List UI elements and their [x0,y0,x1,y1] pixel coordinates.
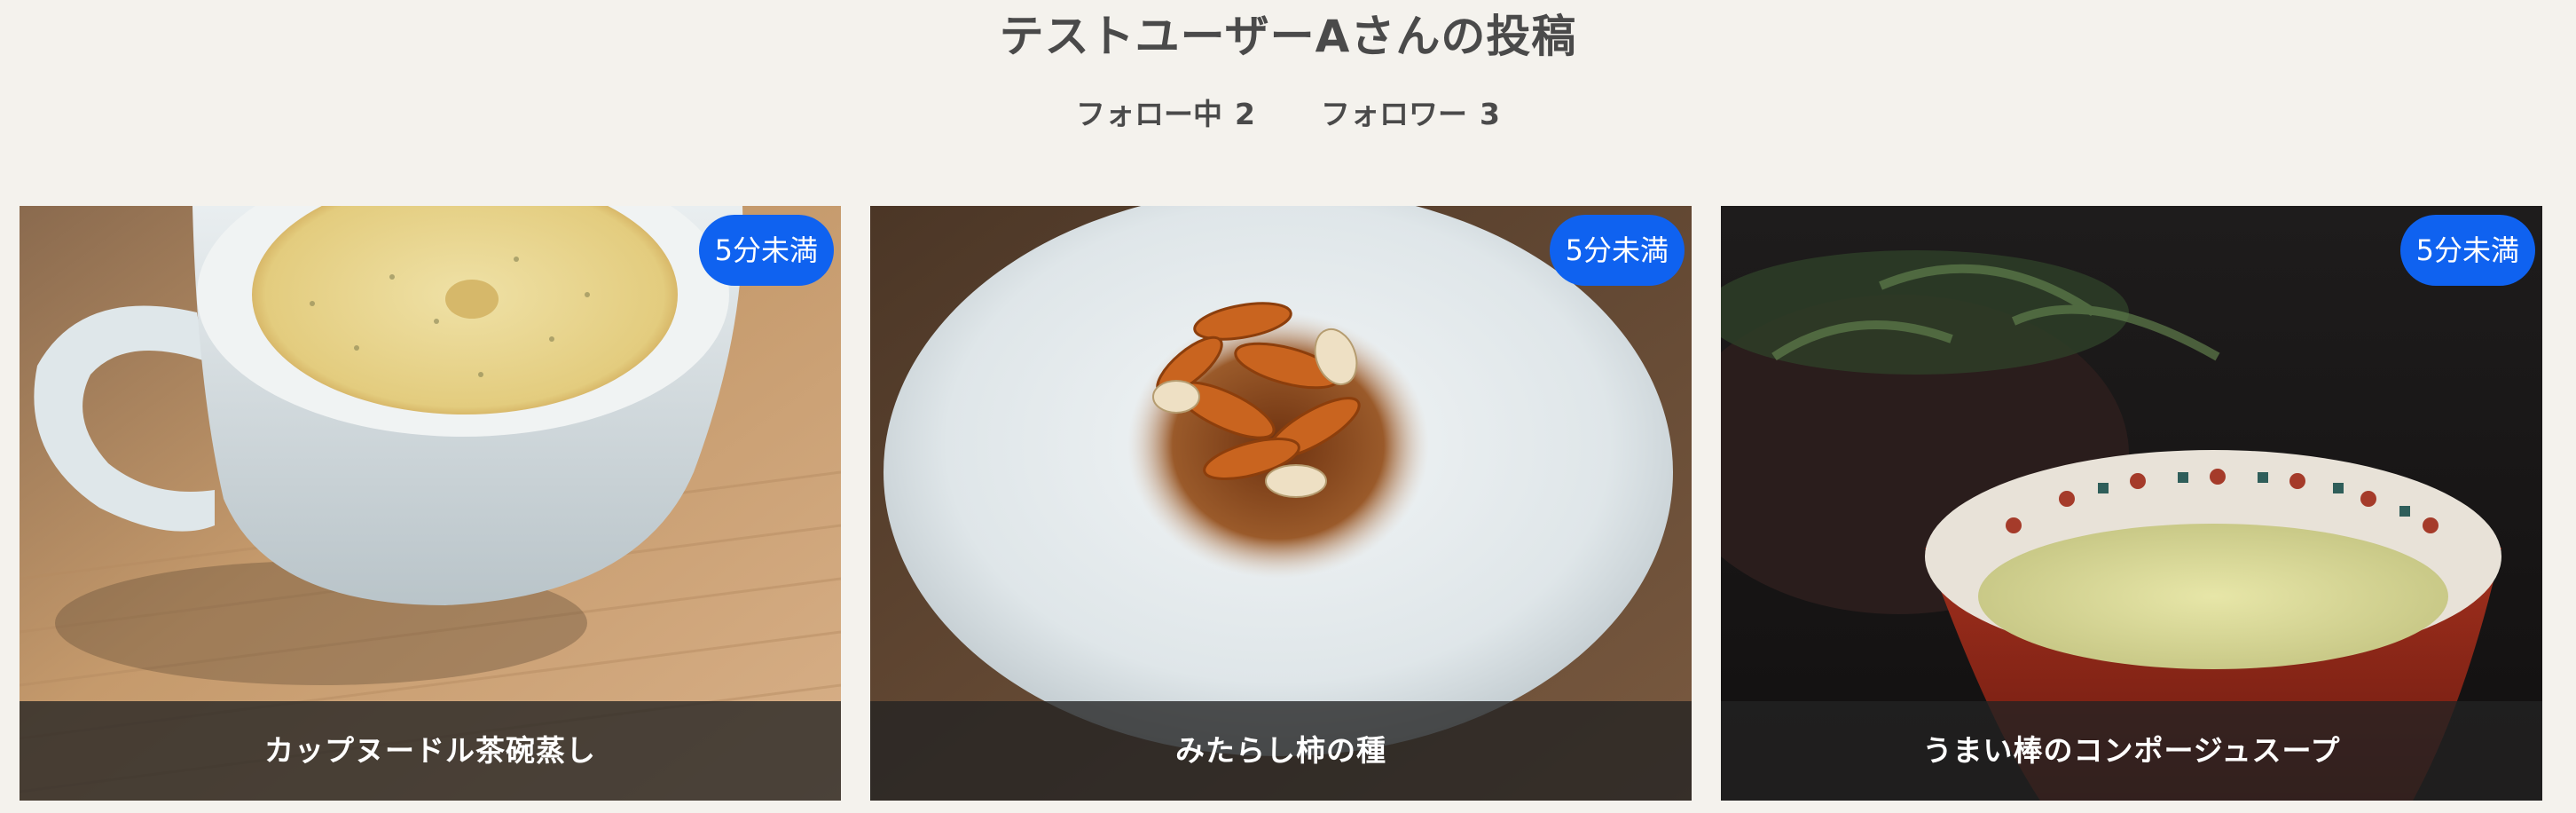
followers-label: フォロワー [1321,97,1467,131]
post-card[interactable]: 5分未満 みたらし柿の種 [870,206,1692,801]
following-label: フォロー中 [1076,97,1223,131]
following-count: 2 [1235,97,1255,131]
followers-link[interactable]: フォロワー 3 [1321,92,1500,137]
following-link[interactable]: フォロー中 2 [1076,92,1255,137]
followers-count: 3 [1480,97,1500,131]
cook-time-badge: 5分未満 [1549,215,1685,286]
cook-time-badge: 5分未満 [698,215,834,286]
cook-time-badge: 5分未満 [2399,215,2535,286]
page-title: テストユーザーAさんの投稿 [999,11,1577,62]
post-title: カップヌードル茶碗蒸し [20,701,841,801]
post-title: うまい棒のコンポージュスープ [1721,701,2542,801]
post-card[interactable]: 5分未満 カップヌードル茶碗蒸し [20,206,841,801]
post-grid: 5分未満 カップヌードル茶碗蒸し 5分未満 みたらし柿の種 5分未満 うまい棒の… [20,206,2542,801]
follow-stats: フォロー中 2 フォロワー 3 [0,92,2576,137]
post-card[interactable]: 5分未満 うまい棒のコンポージュスープ [1721,206,2542,801]
post-title: みたらし柿の種 [870,701,1692,801]
